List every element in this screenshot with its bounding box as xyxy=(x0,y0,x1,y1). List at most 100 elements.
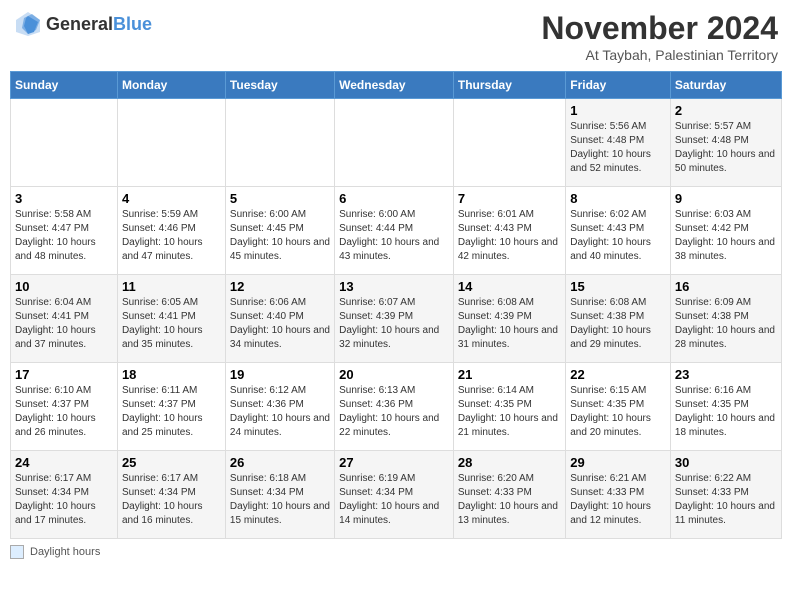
logo-icon xyxy=(14,10,42,38)
calendar-cell: 19 Sunrise: 6:12 AM Sunset: 4:36 PM Dayli… xyxy=(225,363,334,451)
calendar-cell: 5Sunrise: 6:00 AM Sunset: 4:45 PM Daylig… xyxy=(225,187,334,275)
day-number: 8 xyxy=(570,191,666,206)
calendar-cell: 14Sunrise: 6:08 AM Sunset: 4:39 PM Dayli… xyxy=(453,275,565,363)
calendar-cell: 29 Sunrise: 6:21 AM Sunset: 4:33 PM Dayli… xyxy=(566,451,671,539)
logo-blue: Blue xyxy=(113,14,152,34)
day-info: Sunrise: 6:06 AM Sunset: 4:40 PM Dayligh… xyxy=(230,296,330,352)
day-info: Sunrise: 6:18 AM Sunset: 4:34 PM Dayligh… xyxy=(230,472,330,528)
day-number: 7 xyxy=(458,191,561,206)
calendar-cell xyxy=(453,99,565,187)
calendar-cell: 26 Sunrise: 6:18 AM Sunset: 4:34 PM Dayli… xyxy=(225,451,334,539)
day-number: 29 xyxy=(570,455,666,470)
day-number: 17 xyxy=(15,367,113,382)
day-number: 1 xyxy=(570,103,666,118)
day-number: 18 xyxy=(122,367,221,382)
day-info: Sunrise: 6:12 AM Sunset: 4:36 PM Dayligh… xyxy=(230,384,330,440)
day-info: Sunrise: 6:04 AM Sunset: 4:41 PM Dayligh… xyxy=(15,296,113,352)
day-number: 25 xyxy=(122,455,221,470)
day-number: 27 xyxy=(339,455,449,470)
col-header-saturday: Saturday xyxy=(670,72,781,99)
calendar-cell: 25 Sunrise: 6:17 AM Sunset: 4:34 PM Dayli… xyxy=(117,451,225,539)
calendar-cell: 1 Sunrise: 5:56 AM Sunset: 4:48 PM Daylig… xyxy=(566,99,671,187)
day-info: Sunrise: 6:08 AM Sunset: 4:38 PM Dayligh… xyxy=(570,296,666,352)
day-info: Sunrise: 6:07 AM Sunset: 4:39 PM Dayligh… xyxy=(339,296,449,352)
day-number: 9 xyxy=(675,191,777,206)
day-info: Sunrise: 5:58 AM Sunset: 4:47 PM Dayligh… xyxy=(15,208,113,264)
calendar-cell: 24Sunrise: 6:17 AM Sunset: 4:34 PM Dayli… xyxy=(11,451,118,539)
day-number: 22 xyxy=(570,367,666,382)
day-number: 28 xyxy=(458,455,561,470)
day-number: 5 xyxy=(230,191,330,206)
day-info: Sunrise: 6:02 AM Sunset: 4:43 PM Dayligh… xyxy=(570,208,666,264)
calendar-cell: 9 Sunrise: 6:03 AM Sunset: 4:42 PM Daylig… xyxy=(670,187,781,275)
calendar-cell: 11Sunrise: 6:05 AM Sunset: 4:41 PM Dayli… xyxy=(117,275,225,363)
day-number: 15 xyxy=(570,279,666,294)
day-info: Sunrise: 6:01 AM Sunset: 4:43 PM Dayligh… xyxy=(458,208,561,264)
day-info: Sunrise: 6:17 AM Sunset: 4:34 PM Dayligh… xyxy=(122,472,221,528)
calendar-cell: 4 Sunrise: 5:59 AM Sunset: 4:46 PM Daylig… xyxy=(117,187,225,275)
col-header-wednesday: Wednesday xyxy=(335,72,454,99)
calendar-cell: 18 Sunrise: 6:11 AM Sunset: 4:37 PM Dayli… xyxy=(117,363,225,451)
col-header-sunday: Sunday xyxy=(11,72,118,99)
calendar-cell: 8 Sunrise: 6:02 AM Sunset: 4:43 PM Daylig… xyxy=(566,187,671,275)
calendar-cell: 20Sunrise: 6:13 AM Sunset: 4:36 PM Dayli… xyxy=(335,363,454,451)
day-info: Sunrise: 6:09 AM Sunset: 4:38 PM Dayligh… xyxy=(675,296,777,352)
calendar-cell: 2 Sunrise: 5:57 AM Sunset: 4:48 PM Daylig… xyxy=(670,99,781,187)
day-info: Sunrise: 6:20 AM Sunset: 4:33 PM Dayligh… xyxy=(458,472,561,528)
day-number: 2 xyxy=(675,103,777,118)
location: At Taybah, Palestinian Territory xyxy=(541,47,778,63)
day-number: 10 xyxy=(15,279,113,294)
calendar-cell: 16Sunrise: 6:09 AM Sunset: 4:38 PM Dayli… xyxy=(670,275,781,363)
day-number: 3 xyxy=(15,191,113,206)
logo-general: General xyxy=(46,14,113,34)
day-number: 13 xyxy=(339,279,449,294)
day-info: Sunrise: 6:13 AM Sunset: 4:36 PM Dayligh… xyxy=(339,384,449,440)
day-number: 19 xyxy=(230,367,330,382)
day-info: Sunrise: 6:16 AM Sunset: 4:35 PM Dayligh… xyxy=(675,384,777,440)
calendar-cell xyxy=(225,99,334,187)
calendar-cell: 6 Sunrise: 6:00 AM Sunset: 4:44 PM Daylig… xyxy=(335,187,454,275)
col-header-friday: Friday xyxy=(566,72,671,99)
day-info: Sunrise: 6:11 AM Sunset: 4:37 PM Dayligh… xyxy=(122,384,221,440)
calendar-cell xyxy=(11,99,118,187)
day-number: 21 xyxy=(458,367,561,382)
day-number: 23 xyxy=(675,367,777,382)
logo: GeneralBlue xyxy=(14,10,152,38)
day-number: 14 xyxy=(458,279,561,294)
col-header-thursday: Thursday xyxy=(453,72,565,99)
calendar-cell: 12 Sunrise: 6:06 AM Sunset: 4:40 PM Dayli… xyxy=(225,275,334,363)
page-header: GeneralBlue November 2024 At Taybah, Pal… xyxy=(10,10,782,63)
day-number: 4 xyxy=(122,191,221,206)
day-number: 12 xyxy=(230,279,330,294)
day-info: Sunrise: 6:14 AM Sunset: 4:35 PM Dayligh… xyxy=(458,384,561,440)
day-info: Sunrise: 5:59 AM Sunset: 4:46 PM Dayligh… xyxy=(122,208,221,264)
month-title: November 2024 xyxy=(541,10,778,47)
day-number: 11 xyxy=(122,279,221,294)
calendar-cell: 10 Sunrise: 6:04 AM Sunset: 4:41 PM Dayli… xyxy=(11,275,118,363)
day-info: Sunrise: 6:21 AM Sunset: 4:33 PM Dayligh… xyxy=(570,472,666,528)
daylight-legend-box xyxy=(10,545,24,559)
day-number: 6 xyxy=(339,191,449,206)
day-info: Sunrise: 6:00 AM Sunset: 4:44 PM Dayligh… xyxy=(339,208,449,264)
daylight-legend-label: Daylight hours xyxy=(30,546,100,558)
day-info: Sunrise: 5:56 AM Sunset: 4:48 PM Dayligh… xyxy=(570,120,666,176)
calendar-cell xyxy=(117,99,225,187)
day-info: Sunrise: 6:03 AM Sunset: 4:42 PM Dayligh… xyxy=(675,208,777,264)
day-number: 26 xyxy=(230,455,330,470)
footer: Daylight hours xyxy=(10,545,782,559)
day-info: Sunrise: 5:57 AM Sunset: 4:48 PM Dayligh… xyxy=(675,120,777,176)
day-info: Sunrise: 6:17 AM Sunset: 4:34 PM Dayligh… xyxy=(15,472,113,528)
calendar-cell: 13 Sunrise: 6:07 AM Sunset: 4:39 PM Dayli… xyxy=(335,275,454,363)
calendar-cell: 22 Sunrise: 6:15 AM Sunset: 4:35 PM Dayli… xyxy=(566,363,671,451)
calendar-cell xyxy=(335,99,454,187)
calendar-cell: 27Sunrise: 6:19 AM Sunset: 4:34 PM Dayli… xyxy=(335,451,454,539)
calendar-cell: 28 Sunrise: 6:20 AM Sunset: 4:33 PM Dayli… xyxy=(453,451,565,539)
calendar-cell: 3 Sunrise: 5:58 AM Sunset: 4:47 PM Daylig… xyxy=(11,187,118,275)
calendar-cell: 21 Sunrise: 6:14 AM Sunset: 4:35 PM Dayli… xyxy=(453,363,565,451)
calendar-cell: 15 Sunrise: 6:08 AM Sunset: 4:38 PM Dayli… xyxy=(566,275,671,363)
col-header-tuesday: Tuesday xyxy=(225,72,334,99)
calendar-cell: 23 Sunrise: 6:16 AM Sunset: 4:35 PM Dayli… xyxy=(670,363,781,451)
calendar-cell: 17Sunrise: 6:10 AM Sunset: 4:37 PM Dayli… xyxy=(11,363,118,451)
day-info: Sunrise: 6:15 AM Sunset: 4:35 PM Dayligh… xyxy=(570,384,666,440)
day-info: Sunrise: 6:22 AM Sunset: 4:33 PM Dayligh… xyxy=(675,472,777,528)
